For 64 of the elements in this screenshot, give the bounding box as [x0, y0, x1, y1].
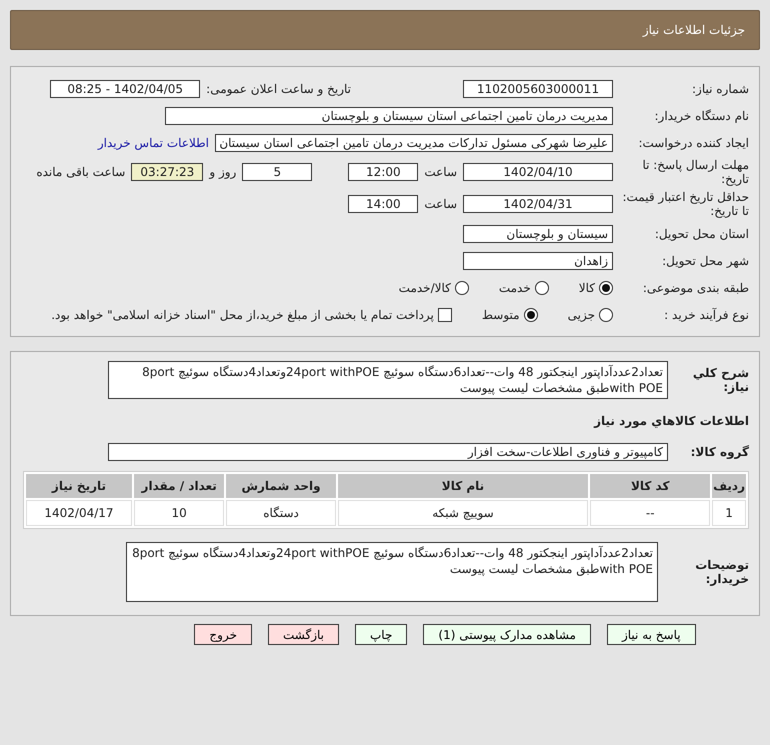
field-label: نام دستگاه خریدار:	[654, 108, 749, 122]
validity-time-field: 14:00	[348, 195, 418, 213]
radio-button[interactable]	[599, 280, 613, 294]
radio-label: جزیی	[568, 308, 595, 322]
action-button[interactable]: چاپ	[355, 624, 408, 645]
field-label: حداقل تاریخ اعتبار قیمت: تا تاریخ:	[621, 190, 749, 218]
field-label: ساعت باقی مانده	[36, 165, 126, 179]
city-field: زاهدان	[463, 252, 613, 270]
days-field: 5	[242, 163, 312, 181]
column-header: واحد شمارش	[226, 474, 336, 498]
need-number-field: 1102005603000011	[463, 80, 613, 98]
column-header: تعداد / مقدار	[134, 474, 224, 498]
goods-group-field: کامپیوتر و فناوری اطلاعات-سخت افزار	[108, 442, 668, 460]
field-label: تاریخ و ساعت اعلان عمومی:	[206, 82, 351, 96]
radio-label: کالا/خدمت	[398, 280, 451, 294]
section-title: اطلاعات کالاهاي مورد نياز	[592, 413, 749, 430]
table-cell: سوییچ شبکه	[338, 500, 588, 526]
field-label: ساعت	[424, 197, 457, 211]
field-label: روز و	[209, 165, 236, 179]
buyer-notes-field: تعداد2عددآداپتور اینجکتور 48 وات--تعداد6دستگاه سوئیچ 24port withPOEوتعداد4دستگاه سوئیچ 8port with POEطبق مشخصات لیست پیوست	[126, 542, 658, 602]
action-button[interactable]: مشاهده مدارک پیوستی (1)	[423, 624, 591, 645]
radio-label: متوسط	[482, 308, 520, 322]
field-label: طبقه بندی موضوعی:	[642, 280, 749, 294]
radio-button[interactable]	[524, 308, 538, 322]
field-label: شماره نیاز:	[691, 82, 749, 96]
column-header: تاریخ نیاز	[26, 474, 132, 498]
checkbox[interactable]	[438, 308, 452, 322]
announce-date-field: 1402/04/05 - 08:25	[50, 80, 200, 98]
buyer-contact-link[interactable]: اطلاعات تماس خریدار	[98, 136, 209, 150]
deadline-date-field: 1402/04/10	[463, 163, 613, 181]
summary-field: تعداد2عددآداپتور اینجکتور 48 وات--تعداد6دستگاه سوئیچ 24port withPOEوتعداد4دستگاه سوئیچ 8port with POEطبق مشخصات لیست پیوست	[108, 361, 668, 399]
radio-label: کالا	[578, 280, 595, 294]
buyer-org-field: مدیریت درمان تامین اجتماعی استان سیستان و بلوچستان	[165, 106, 613, 124]
column-header: ردیف	[712, 474, 746, 498]
field-label: استان محل تحویل:	[654, 226, 749, 240]
page-header: جزئیات اطلاعات نیاز	[10, 10, 760, 50]
table-cell: دستگاه	[226, 500, 336, 526]
deadline-time-field: 12:00	[348, 163, 418, 181]
remaining-time-field: 03:27:23	[131, 163, 204, 181]
field-label: ساعت	[424, 165, 457, 179]
field-label: نوع فرآیند خرید :	[663, 308, 749, 322]
field-label: گروه کالا:	[690, 444, 749, 458]
field-label: توضیحات خریدار:	[694, 558, 749, 586]
table-cell: --	[590, 500, 710, 526]
action-button[interactable]: بازگشت	[268, 624, 339, 645]
radio-button[interactable]	[599, 308, 613, 322]
column-header: نام کالا	[338, 474, 588, 498]
table-cell: 1402/04/17	[26, 500, 132, 526]
validity-date-field: 1402/04/31	[463, 195, 613, 213]
field-label: شهر محل تحویل:	[661, 254, 749, 268]
table-cell: 10	[134, 500, 224, 526]
province-field: سیستان و بلوچستان	[463, 224, 613, 242]
field-label: ایجاد کننده درخواست:	[637, 136, 749, 150]
action-button[interactable]: پاسخ به نیاز	[606, 624, 696, 645]
radio-label: خدمت	[498, 280, 531, 294]
checkbox-label: پرداخت تمام یا بخشی از مبلغ خرید،از محل "اسناد خزانه اسلامی" خواهد بود.	[51, 308, 434, 322]
radio-button[interactable]	[534, 280, 549, 294]
field-label: مهلت ارسال پاسخ: تا تاریخ:	[641, 158, 749, 186]
action-button[interactable]: خروج	[194, 624, 252, 645]
column-header: کد کالا	[590, 474, 710, 498]
table-cell: 1	[712, 500, 746, 526]
radio-button[interactable]	[454, 280, 469, 294]
field-label: شرح کلي نياز:	[692, 366, 749, 394]
requester-field: علیرضا شهرکی مسئول تدارکات مدیریت درمان تامین اجتماعی استان سیستان	[215, 134, 613, 152]
